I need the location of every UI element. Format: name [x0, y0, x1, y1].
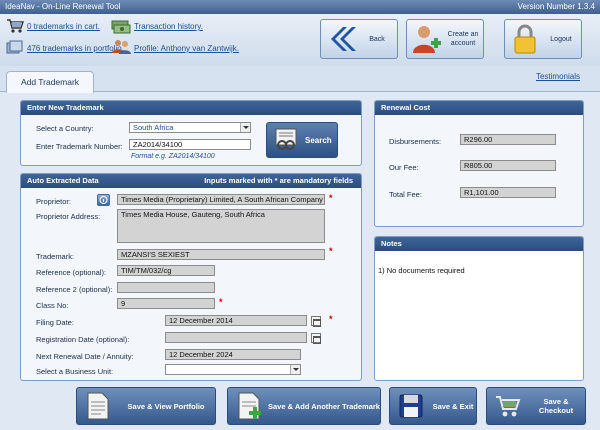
back-arrow-icon: [331, 27, 356, 51]
calendar-icon[interactable]: [311, 316, 321, 327]
save-view-label: Save & View Portfolio: [127, 401, 205, 411]
business-unit-select[interactable]: [165, 364, 301, 375]
country-value: South Africa: [133, 123, 174, 132]
notes-title: Notes: [375, 237, 583, 251]
trademark-number-input[interactable]: ZA2014/34100: [129, 139, 251, 150]
filing-date-label: Filing Date:: [36, 318, 74, 327]
registration-date-label: Registration Date (optional):: [36, 335, 130, 344]
business-unit-label: Select a Business Unit:: [36, 367, 114, 376]
mandatory-star: *: [329, 314, 333, 324]
renewal-cost-title: Renewal Cost: [375, 101, 583, 115]
mandatory-star: *: [329, 246, 333, 256]
profile-link[interactable]: Profile: Anthony van Zantwijk.: [134, 44, 239, 53]
profile-icon: [112, 40, 131, 54]
add-document-icon: [238, 392, 261, 420]
tab-add-trademark[interactable]: Add Trademark: [6, 71, 94, 93]
mandatory-star: *: [329, 193, 333, 203]
our-fee-field: R805.00: [460, 160, 556, 171]
chevron-down-icon: [240, 123, 250, 132]
total-fee-field: R1,101.00: [460, 187, 556, 198]
back-button[interactable]: Back: [320, 19, 398, 59]
mandatory-star: *: [219, 297, 223, 307]
chevron-down-icon: [290, 365, 300, 374]
cart-icon: [496, 396, 521, 417]
trademark-number-label: Enter Trademark Number:: [36, 142, 123, 151]
proprietor-field[interactable]: Times Media (Proprietary) Limited, A Sou…: [117, 194, 325, 205]
money-icon: [111, 20, 131, 34]
save-add-label: Save & Add Another Trademark: [268, 401, 380, 411]
reference2-field[interactable]: [117, 282, 215, 293]
testimonials-link[interactable]: Testimonials: [536, 72, 580, 81]
save-exit-label: Save & Exit: [432, 401, 474, 411]
disbursements-field: R296.00: [460, 134, 556, 145]
create-account-button[interactable]: Create an account: [406, 19, 484, 59]
format-hint: Format e.g. ZA2014/34100: [131, 153, 215, 160]
reference2-label: Reference 2 (optional):: [36, 285, 113, 294]
logout-button[interactable]: Logout: [504, 19, 582, 59]
notes-body: 1) No documents required: [375, 251, 583, 380]
mandatory-note: Inputs marked with * are mandatory field…: [204, 176, 353, 185]
cart-icon: [7, 19, 24, 33]
notes-text: 1) No documents required: [378, 266, 465, 275]
new-trademark-title: Enter New Trademark: [21, 101, 361, 115]
search-button[interactable]: Search: [266, 122, 338, 158]
renewal-date-label: Next Renewal Date / Annuity:: [36, 352, 134, 361]
reference-label: Reference (optional):: [36, 268, 107, 277]
app-title: IdeaNav - On-Line Renewal Tool: [5, 2, 121, 11]
address-field[interactable]: Times Media House, Gauteng, South Africa: [117, 209, 325, 243]
document-icon: [87, 392, 109, 420]
search-icon: [275, 128, 297, 150]
save-checkout-label: Save & Checkout: [538, 397, 574, 415]
class-field[interactable]: 9: [117, 298, 215, 309]
transaction-history-link[interactable]: Transaction history.: [134, 22, 203, 31]
disbursements-label: Disbursements:: [389, 137, 442, 146]
country-select[interactable]: South Africa: [129, 122, 251, 133]
address-label: Proprietor Address:: [36, 212, 101, 221]
floppy-disk-icon: [399, 394, 423, 418]
tab-strip: Add Trademark Testimonials: [0, 66, 600, 93]
total-fee-label: Total Fee:: [389, 190, 422, 199]
proprietor-info-button[interactable]: [97, 194, 110, 206]
version-number: Version Number 1.3.4: [517, 2, 595, 11]
cart-link[interactable]: 0 trademarks in cart.: [27, 22, 100, 31]
trademark-field[interactable]: MZANSI'S SEXIEST: [117, 249, 325, 260]
calendar-icon[interactable]: [311, 333, 321, 344]
notes-panel: Notes 1) No documents required: [374, 236, 584, 381]
save-exit-button[interactable]: Save & Exit: [389, 387, 477, 425]
proprietor-label: Proprietor:: [36, 197, 72, 206]
portfolio-icon: [6, 40, 23, 54]
our-fee-label: Our Fee:: [389, 163, 419, 172]
create-account-label: Create an account: [447, 31, 479, 47]
renewal-date-field[interactable]: 12 December 2024: [165, 349, 301, 360]
save-add-trademark-button[interactable]: Save & Add Another Trademark: [227, 387, 381, 425]
country-label: Select a Country:: [36, 124, 94, 133]
logout-label: Logout: [550, 35, 572, 43]
add-user-icon: [413, 26, 441, 53]
auto-data-title: Auto Extracted Data Inputs marked with *…: [21, 174, 361, 188]
registration-date-field[interactable]: [165, 332, 307, 343]
header: 0 trademarks in cart. 476 trademarks in …: [0, 14, 600, 66]
trademark-label: Trademark:: [36, 252, 75, 261]
save-view-portfolio-button[interactable]: Save & View Portfolio: [76, 387, 216, 425]
back-label: Back: [369, 35, 385, 43]
reference-field[interactable]: TIM/TM/032/cg: [117, 265, 215, 276]
lock-icon: [514, 24, 536, 54]
title-bar: IdeaNav - On-Line Renewal Tool Version N…: [0, 0, 600, 14]
auto-data-heading: Auto Extracted Data: [27, 176, 99, 185]
save-checkout-button[interactable]: Save & Checkout: [486, 387, 586, 425]
class-label: Class No:: [36, 301, 69, 310]
portfolio-link[interactable]: 476 trademarks in portfolio.: [27, 44, 124, 53]
filing-date-field[interactable]: 12 December 2014: [165, 315, 307, 326]
info-icon: [99, 196, 108, 204]
search-label: Search: [305, 135, 332, 145]
